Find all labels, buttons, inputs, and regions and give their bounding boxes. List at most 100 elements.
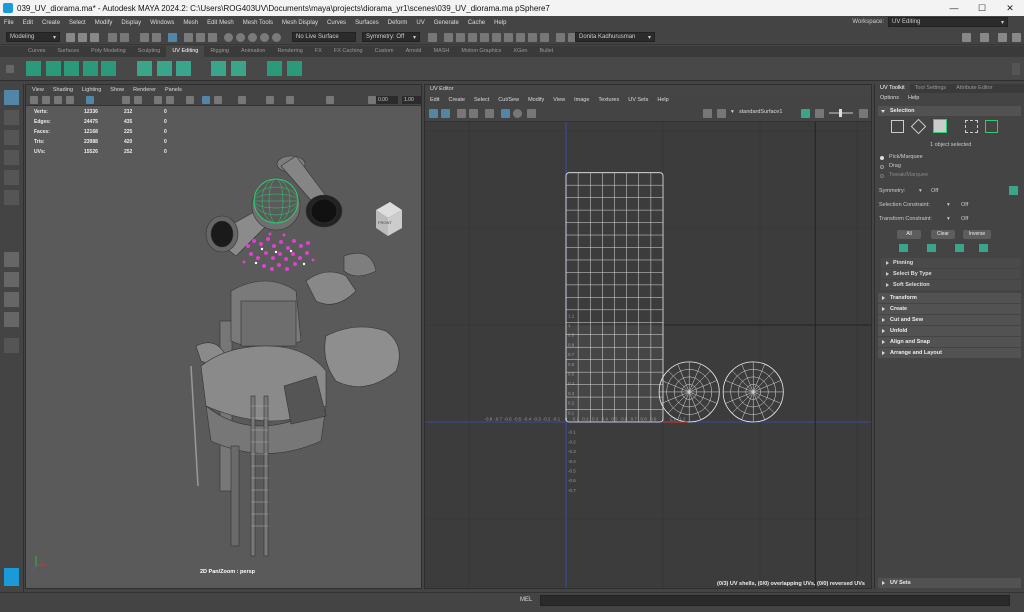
paint-select-tool-icon[interactable] bbox=[4, 130, 19, 145]
texture-display-icon[interactable] bbox=[703, 109, 712, 118]
uv-shell-select-icon[interactable] bbox=[441, 109, 450, 118]
select-hierarchy-icon[interactable] bbox=[140, 33, 149, 42]
uv-sets-section-header[interactable]: UV Sets bbox=[878, 578, 1021, 588]
single-perspective-layout-icon[interactable] bbox=[4, 252, 19, 267]
menu-surfaces[interactable]: Surfaces bbox=[355, 20, 379, 26]
unfold-icon[interactable] bbox=[211, 61, 226, 76]
cut-and-sew-section-header[interactable]: Cut and Sew bbox=[878, 315, 1021, 325]
cylindrical-map-icon[interactable] bbox=[64, 61, 79, 76]
viewport-menu-lighting[interactable]: Lighting bbox=[82, 87, 101, 93]
menu-create[interactable]: Create bbox=[42, 20, 60, 26]
ambient-occlusion-icon[interactable] bbox=[214, 96, 222, 104]
align-and-snap-section-header[interactable]: Align and Snap bbox=[878, 337, 1021, 347]
chevron-down-icon[interactable]: ▾ bbox=[947, 202, 950, 208]
camera-icon[interactable] bbox=[30, 96, 38, 104]
shelf-tab-uv-editing[interactable]: UV Editing bbox=[166, 46, 205, 57]
shadows-icon[interactable] bbox=[186, 96, 194, 104]
unfold-section-header[interactable]: Unfold bbox=[878, 326, 1021, 336]
edge-mask-icon[interactable] bbox=[196, 33, 205, 42]
viewport-menu-view[interactable]: View bbox=[32, 87, 44, 93]
transform-section-header[interactable]: Transform bbox=[878, 293, 1021, 303]
modeling-toolkit-icon[interactable] bbox=[980, 33, 989, 42]
menu-mesh[interactable]: Mesh bbox=[183, 20, 198, 26]
shelf-tab-bullet[interactable]: Bullet bbox=[534, 46, 560, 57]
transform-constraint-value[interactable]: Off bbox=[961, 216, 968, 222]
display-mode-icon[interactable] bbox=[540, 33, 549, 42]
menu-modify[interactable]: Modify bbox=[95, 20, 113, 26]
sew-uv-edges-icon[interactable] bbox=[157, 61, 172, 76]
new-scene-icon[interactable] bbox=[66, 33, 75, 42]
shelf-tab-fx-caching[interactable]: FX Caching bbox=[328, 46, 369, 57]
minimize-button[interactable]: — bbox=[940, 3, 968, 13]
user-account-dropdown[interactable]: Donita Kadhurusman ▾ bbox=[575, 32, 655, 42]
select-all-button[interactable]: All bbox=[897, 230, 921, 239]
viewport-menu-show[interactable]: Show bbox=[110, 87, 124, 93]
chevron-down-icon[interactable]: ▾ bbox=[919, 188, 922, 194]
selection-constraint-value[interactable]: Off bbox=[961, 202, 968, 208]
snap-grid-icon[interactable] bbox=[224, 33, 233, 42]
render-frame-icon[interactable] bbox=[444, 33, 453, 42]
uv-menu-cut-sew[interactable]: Cut/Sew bbox=[498, 97, 519, 103]
symmetry-dropdown[interactable]: Symmetry: Off ▾ bbox=[362, 32, 420, 42]
menu-set-dropdown[interactable]: Modeling ▾ bbox=[6, 32, 60, 42]
soft-selection-subsection[interactable]: Soft Selection bbox=[881, 280, 1021, 290]
move-tool-icon[interactable] bbox=[4, 150, 19, 165]
shelf-tab-curves[interactable]: Curves bbox=[22, 46, 51, 57]
layout-icon[interactable] bbox=[267, 61, 282, 76]
uv-menu-help[interactable]: Help bbox=[657, 97, 668, 103]
render-view-icon[interactable] bbox=[492, 33, 501, 42]
smooth-shade-all-icon[interactable] bbox=[134, 96, 142, 104]
menu-deform[interactable]: Deform bbox=[388, 20, 408, 26]
snap-live-icon[interactable] bbox=[272, 33, 281, 42]
menu-mesh-tools[interactable]: Mesh Tools bbox=[243, 20, 273, 26]
bookmark-icon[interactable] bbox=[54, 96, 62, 104]
uv-grid-view[interactable]: -0.8 -0.7 -0.6 -0.5 -0.4 -0.3 -0.2 -0.1 0 0.1 0.2 0… bbox=[425, 122, 872, 588]
uv-select-icon[interactable] bbox=[429, 109, 438, 118]
select-tool-icon[interactable] bbox=[4, 90, 19, 105]
shelf-tab-sculpting[interactable]: Sculpting bbox=[132, 46, 167, 57]
toolkit-tab-uv-toolkit[interactable]: UV Toolkit bbox=[875, 84, 910, 93]
spherical-map-icon[interactable] bbox=[83, 61, 98, 76]
shelf-tab-animation[interactable]: Animation bbox=[235, 46, 271, 57]
textured-icon[interactable] bbox=[154, 96, 162, 104]
uv-menu-textures[interactable]: Textures bbox=[598, 97, 619, 103]
grid-icon[interactable] bbox=[86, 96, 94, 104]
menu-cache[interactable]: Cache bbox=[468, 20, 485, 26]
menu-curves[interactable]: Curves bbox=[327, 20, 346, 26]
uv-checker-icon[interactable] bbox=[469, 109, 478, 118]
uv-menu-image[interactable]: Image bbox=[574, 97, 589, 103]
snap-curve-icon[interactable] bbox=[236, 33, 245, 42]
uv-menu-create[interactable]: Create bbox=[448, 97, 465, 103]
checker-map-icon[interactable] bbox=[287, 61, 302, 76]
exposure-icon[interactable] bbox=[368, 96, 376, 104]
maximize-button[interactable]: ☐ bbox=[968, 3, 996, 14]
workspace-dropdown[interactable]: UV Editing ▾ bbox=[888, 17, 1008, 27]
lock-camera-icon[interactable] bbox=[42, 96, 50, 104]
cut-and-sew-tool-icon[interactable] bbox=[231, 61, 246, 76]
hypershade-icon[interactable] bbox=[480, 33, 489, 42]
edge-mode-icon[interactable] bbox=[910, 118, 927, 135]
image-ratio-icon[interactable] bbox=[815, 109, 824, 118]
uv-shell-mode-icon[interactable] bbox=[985, 120, 998, 133]
shelf-tab-custom[interactable]: Custom bbox=[369, 46, 400, 57]
face-mask-icon[interactable] bbox=[208, 33, 217, 42]
scale-tool-icon[interactable] bbox=[4, 190, 19, 205]
lasso-tool-icon[interactable] bbox=[4, 110, 19, 125]
shader-name[interactable]: standardSurface1 bbox=[739, 109, 782, 115]
uv-filter-icon[interactable] bbox=[513, 109, 522, 118]
film-gate-icon[interactable] bbox=[326, 96, 334, 104]
toolkit-tab-tool-settings[interactable]: Tool Settings bbox=[910, 84, 952, 93]
uv-snapshot-icon[interactable] bbox=[527, 109, 536, 118]
history-icon[interactable] bbox=[428, 33, 437, 42]
chevron-down-icon[interactable]: ▾ bbox=[947, 216, 950, 222]
uv-menu-select[interactable]: Select bbox=[474, 97, 489, 103]
isolate-select-icon[interactable] bbox=[266, 96, 274, 104]
shelf-tab-mash[interactable]: MASH bbox=[427, 46, 455, 57]
two-panes-layout-icon[interactable] bbox=[4, 292, 19, 307]
select-component-icon[interactable] bbox=[168, 33, 177, 42]
live-surface-field[interactable]: No Live Surface bbox=[292, 32, 356, 42]
pinning-subsection[interactable]: Pinning bbox=[881, 258, 1021, 268]
symmetry-value[interactable]: Off bbox=[931, 188, 938, 194]
snap-point-icon[interactable] bbox=[248, 33, 257, 42]
selection-section-header[interactable]: Selection bbox=[878, 106, 1021, 116]
